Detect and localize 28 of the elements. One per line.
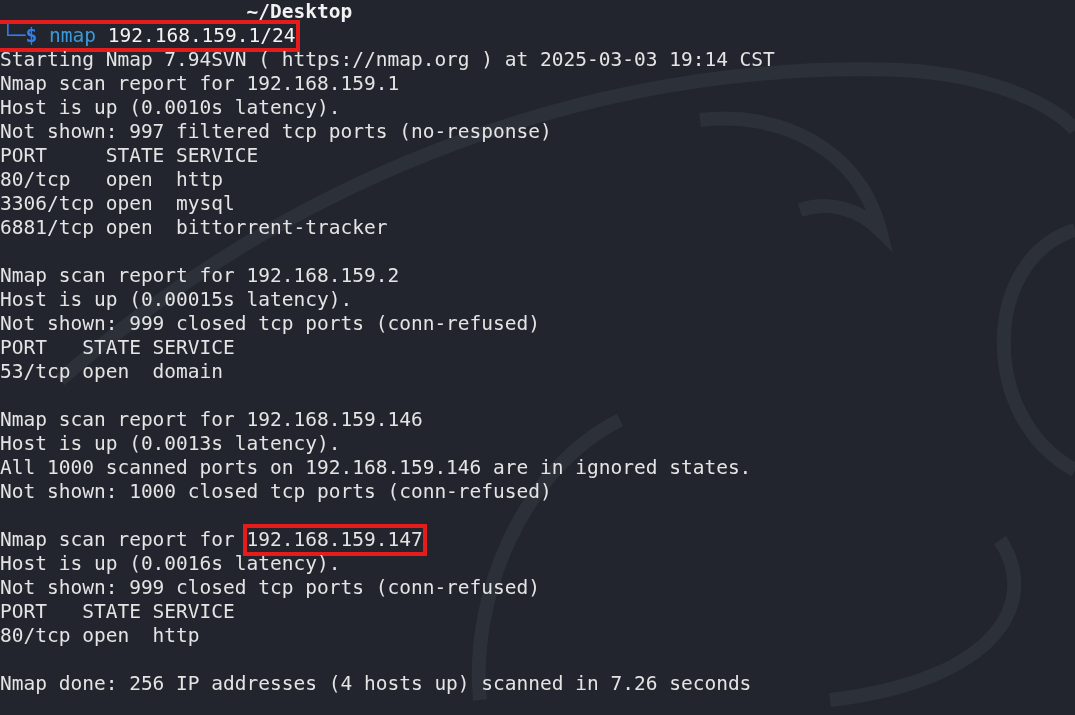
output-line: Nmap scan report for 192.168.159.1	[0, 72, 400, 96]
output-line: PORT STATE SERVICE	[0, 336, 235, 360]
output-line: Not shown: 1000 closed tcp ports (conn-refused)	[0, 480, 552, 504]
output-line: Host is up (0.0010s latency).	[0, 96, 341, 120]
output-line: Nmap scan report for 192.168.159.146	[0, 408, 423, 432]
output-line: 80/tcp open http	[0, 624, 200, 648]
output-line: 53/tcp open domain	[0, 360, 224, 384]
output-line: Starting Nmap 7.94SVN ( https://nmap.org ) at 2025-03-03 19:14 CST	[0, 48, 775, 72]
output-line: PORT STATE SERVICE	[0, 144, 259, 168]
output-line: 80/tcp open http	[0, 168, 224, 192]
output-line: Host is up (0.0016s latency).	[0, 552, 341, 576]
output-line: Not shown: 997 filtered tcp ports (no-response)	[0, 120, 552, 144]
output-line: Not shown: 999 closed tcp ports (conn-refused)	[0, 576, 541, 600]
output-line: Host is up (0.00015s latency).	[0, 288, 353, 312]
output-line: PORT STATE SERVICE	[0, 600, 235, 624]
output-line: 6881/tcp open bittorrent-tracker	[0, 216, 388, 240]
command-name: nmap	[49, 24, 96, 48]
output-line: 192.168.159.147	[246, 528, 423, 552]
output-line: Nmap done: 256 IP addresses (4 hosts up) scanned in 7.26 seconds	[0, 672, 752, 696]
output-line: Nmap scan report for	[0, 528, 236, 552]
output-line: Nmap scan report for 192.168.159.2	[0, 264, 400, 288]
directory-path: ~/Desktop	[246, 0, 353, 24]
command-argument: 192.168.159.1/24	[107, 24, 296, 48]
output-line: 3306/tcp open mysql	[0, 192, 235, 216]
output-line: Host is up (0.0013s latency).	[0, 432, 341, 456]
prompt-symbol: └─$	[2, 24, 38, 48]
output-line: All 1000 scanned ports on 192.168.159.146 are in ignored states.	[0, 456, 752, 480]
output-line: Not shown: 999 closed tcp ports (conn-refused)	[0, 312, 541, 336]
